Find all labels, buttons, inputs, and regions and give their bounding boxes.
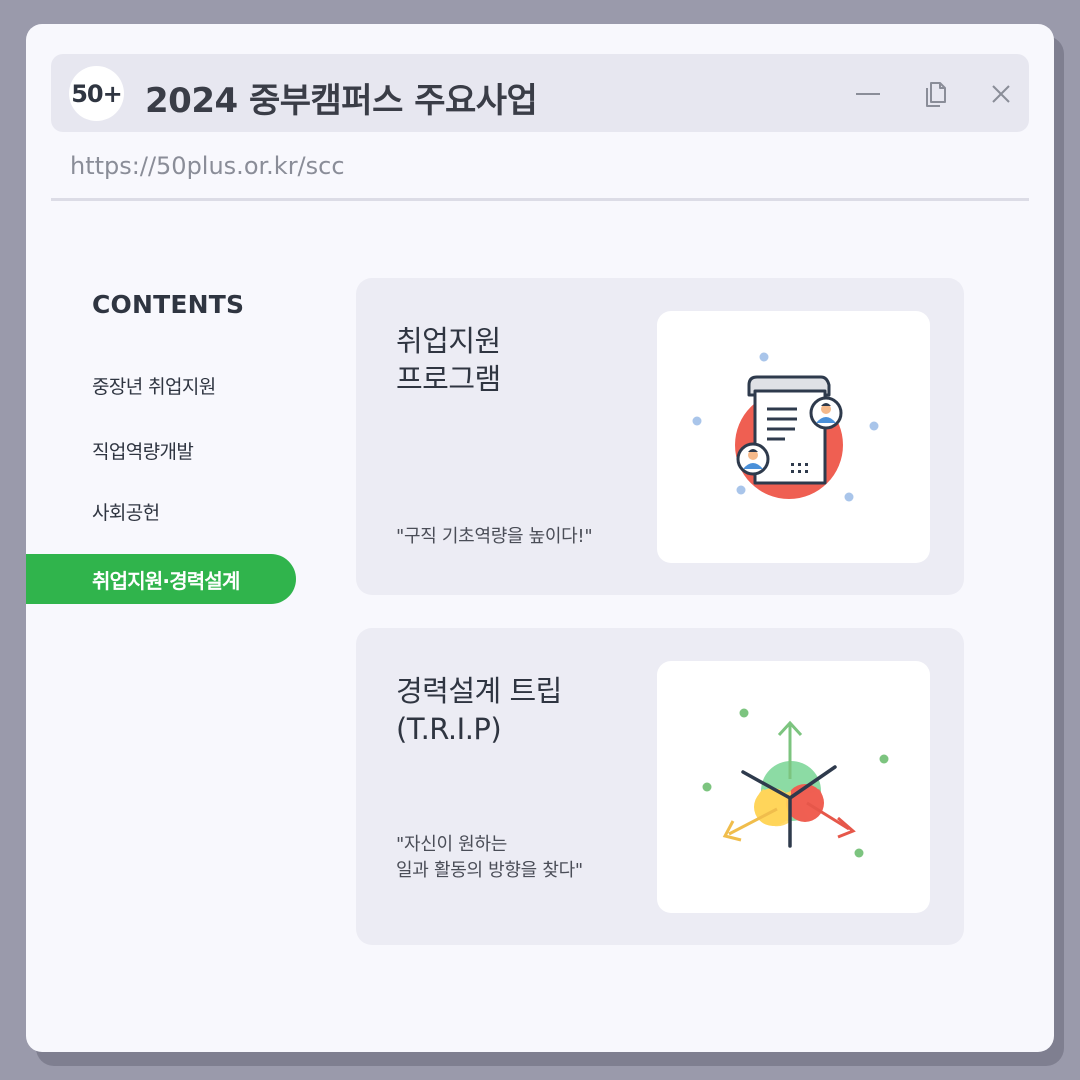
- minimize-button[interactable]: [848, 74, 888, 114]
- card-subtitle: "구직 기초역량을 높이다!": [396, 524, 593, 550]
- sidebar-heading: CONTENTS: [92, 290, 245, 319]
- copy-button[interactable]: [917, 74, 957, 114]
- card-title-line: 취업지원: [396, 324, 501, 358]
- card-subtitle-line: 일과 활동의 방향을 찾다": [396, 860, 583, 881]
- program-card-job-support[interactable]: 취업지원 프로그램 "구직 기초역량을 높이다!": [356, 278, 964, 595]
- card-subtitle-line: "자신이 원하는: [396, 834, 507, 855]
- card-title: 취업지원 프로그램: [396, 322, 501, 398]
- close-icon: [992, 85, 1010, 103]
- card-illustration: [657, 311, 930, 563]
- card-title: 경력설계 트립 (T.R.I.P): [396, 672, 562, 748]
- sidebar-item-skill-development[interactable]: 직업역량개발: [92, 437, 194, 464]
- header-divider: [51, 198, 1029, 201]
- document-profiles-icon: [692, 352, 879, 502]
- app-window: 50+ 2024 중부캠퍼스 주요사업 https://50plus.or.kr…: [26, 24, 1054, 1052]
- program-card-career-trip[interactable]: 경력설계 트립 (T.R.I.P) "자신이 원하는 일과 활동의 방향을 찾다…: [356, 628, 964, 945]
- sidebar-item-career-design[interactable]: 취업지원·경력설계: [26, 554, 296, 604]
- title-bar: 50+ 2024 중부캠퍼스 주요사업: [51, 54, 1029, 132]
- card-title-line: (T.R.I.P): [396, 712, 502, 746]
- copy-icon: [926, 82, 946, 107]
- logo: 50+: [69, 66, 124, 121]
- card-illustration: [657, 661, 930, 913]
- sidebar-item-label: 취업지원·경력설계: [92, 569, 240, 593]
- card-subtitle-line: "구직 기초역량을 높이다!": [396, 526, 593, 547]
- sidebar-item-job-support[interactable]: 중장년 취업지원: [92, 372, 216, 399]
- window-title: 2024 중부캠퍼스 주요사업: [145, 81, 538, 121]
- minimize-icon: [856, 93, 880, 95]
- sidebar-item-social-contribution[interactable]: 사회공헌: [92, 498, 160, 525]
- direction-arrows-icon: [702, 708, 889, 858]
- card-subtitle: "자신이 원하는 일과 활동의 방향을 찾다": [396, 832, 583, 884]
- card-title-line: 프로그램: [396, 362, 501, 396]
- url-text[interactable]: https://50plus.or.kr/scc: [70, 152, 345, 180]
- card-title-line: 경력설계 트립: [396, 674, 562, 708]
- close-button[interactable]: [981, 74, 1021, 114]
